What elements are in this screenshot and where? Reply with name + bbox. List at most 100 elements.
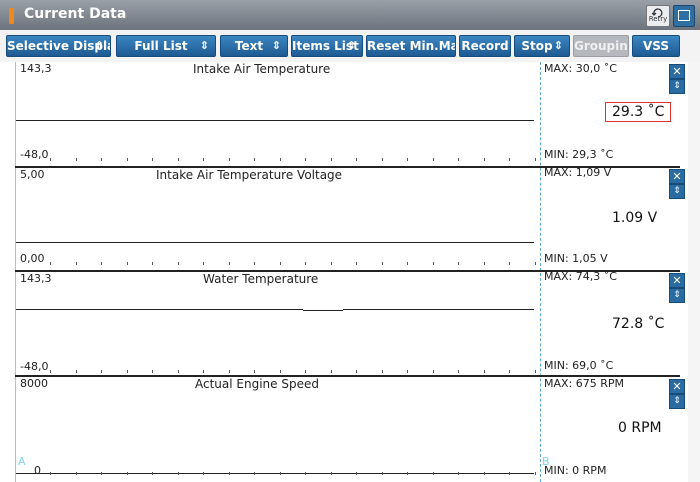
record-button[interactable]: Record <box>459 35 511 57</box>
tick-mark <box>381 158 383 161</box>
tick-mark <box>203 262 204 265</box>
tick-mark <box>101 158 102 161</box>
tick-mark <box>509 262 510 265</box>
tick-mark <box>330 472 332 475</box>
reorder-icon[interactable]: ⇕ <box>669 394 685 409</box>
min-value: MIN: 1,05 V <box>544 252 608 265</box>
current-value: 72.8 ˚C <box>612 316 665 332</box>
tick-mark <box>305 472 306 475</box>
tick-mark <box>50 262 51 265</box>
tick-mark <box>534 158 536 161</box>
tick-mark <box>509 370 510 373</box>
tick-mark <box>50 472 51 475</box>
max-value: MAX: 74,3 ˚C <box>544 270 617 283</box>
time-ticks <box>20 158 540 164</box>
scale-max: 8000 <box>20 377 48 390</box>
retry-button[interactable]: Retry <box>646 5 670 27</box>
tick-mark <box>483 472 485 475</box>
tick-mark <box>407 158 408 161</box>
tick-mark <box>330 158 332 161</box>
tick-mark <box>279 158 281 161</box>
tick-mark <box>177 262 179 265</box>
close-icon[interactable]: ✕ <box>669 273 685 288</box>
tick-mark <box>458 370 459 373</box>
tick-mark <box>458 158 459 161</box>
tick-mark <box>279 262 281 265</box>
scroll-strip[interactable] <box>688 62 700 482</box>
tick-mark <box>305 370 306 373</box>
tick-mark <box>75 262 77 265</box>
tick-mark <box>381 262 383 265</box>
close-icon[interactable]: ✕ <box>669 379 685 394</box>
max-value: MAX: 30,0 ˚C <box>544 62 617 75</box>
tick-mark <box>534 472 536 475</box>
tick-mark <box>483 262 485 265</box>
tick-mark <box>75 158 77 161</box>
updown-arrows-icon: ⇕ <box>199 39 209 52</box>
graph-trace-segment <box>343 309 534 310</box>
app-indicator-icon <box>9 8 14 24</box>
reorder-icon[interactable]: ⇕ <box>669 288 685 303</box>
items-list-button[interactable]: Items List ⇕ <box>291 35 363 57</box>
vss-button[interactable]: VSS <box>632 35 680 57</box>
tick-mark <box>228 158 230 161</box>
current-value: 0 RPM <box>618 420 662 436</box>
tick-mark <box>432 472 434 475</box>
tick-mark <box>203 158 204 161</box>
tick-mark <box>407 262 408 265</box>
tick-mark <box>432 370 434 373</box>
max-value: MAX: 675 RPM <box>544 377 625 390</box>
grouping-button[interactable]: Grouping <box>573 35 629 57</box>
tick-mark <box>177 370 179 373</box>
reorder-icon[interactable]: ⇕ <box>669 184 685 199</box>
scale-max: 143,3 <box>20 62 52 75</box>
tick-mark <box>126 472 128 475</box>
tick-mark <box>75 472 77 475</box>
tick-mark <box>101 472 102 475</box>
close-icon[interactable]: ✕ <box>669 64 685 79</box>
close-icon[interactable]: ✕ <box>669 169 685 184</box>
window-toggle-button[interactable] <box>673 5 695 27</box>
window-title: Current Data <box>24 6 127 22</box>
graph-title: Intake Air Temperature <box>193 62 331 76</box>
graph-trace <box>16 242 534 243</box>
tick-mark <box>432 262 434 265</box>
selective-display-button[interactable]: Selective Display⇕ <box>6 35 111 57</box>
text-button[interactable]: Text ⇕ <box>220 35 288 57</box>
tick-mark <box>330 370 332 373</box>
tick-mark <box>152 472 153 475</box>
tick-mark <box>152 370 153 373</box>
tick-mark <box>101 262 102 265</box>
tick-mark <box>228 370 230 373</box>
graph-trace <box>16 120 534 121</box>
updown-arrows-icon: ⇕ <box>553 39 563 52</box>
title-bar: Current Data Retry <box>0 0 700 31</box>
tick-mark <box>126 158 128 161</box>
tick-mark <box>203 370 204 373</box>
tick-mark <box>458 262 459 265</box>
tick-mark <box>254 158 255 161</box>
tick-mark <box>458 472 459 475</box>
reset-min-max-button[interactable]: Reset Min.Max <box>366 35 456 57</box>
tick-mark <box>407 472 408 475</box>
tick-mark <box>50 158 51 161</box>
stop-button[interactable]: Stop ⇕ <box>514 35 570 57</box>
current-value: 29.3 ˚C <box>605 102 672 122</box>
tick-mark <box>177 158 179 161</box>
cursor-a-label: A <box>18 455 26 468</box>
reorder-icon[interactable]: ⇕ <box>669 79 685 94</box>
tick-mark <box>203 472 204 475</box>
tick-mark <box>356 370 357 373</box>
graph-trace-segment <box>303 310 343 311</box>
full-list-button[interactable]: Full List ⇕ <box>116 35 216 57</box>
scale-max: 5,00 <box>20 168 45 181</box>
updown-arrows-icon: ⇕ <box>346 39 356 52</box>
tick-mark <box>254 370 255 373</box>
tick-mark <box>228 472 230 475</box>
scale-max: 143,3 <box>20 272 52 285</box>
graph-panel-actual-engine-speed: 8000 Actual Engine Speed 0 A B MAX: 675 … <box>0 375 685 482</box>
tick-mark <box>152 158 153 161</box>
tick-mark <box>279 370 281 373</box>
tick-mark <box>75 370 77 373</box>
tick-mark <box>305 158 306 161</box>
